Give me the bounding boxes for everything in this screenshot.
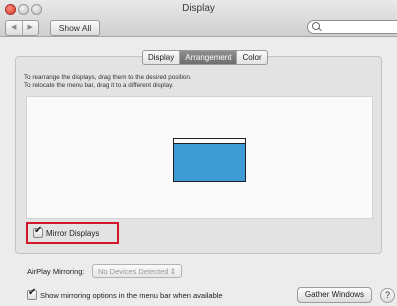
instruction-text-menubar: To relocate the menu bar, drag it to a d…: [24, 82, 174, 89]
back-forward-control: ◀ ▶: [5, 20, 39, 36]
tab-display[interactable]: Display: [143, 51, 181, 64]
window-title: Display: [182, 3, 215, 14]
menu-bar-handle[interactable]: [174, 139, 245, 144]
preference-tabs: Display Arrangement Color: [142, 50, 268, 65]
mirror-displays-option[interactable]: Mirror Displays: [33, 225, 100, 238]
toolbar: Display ◀ ▶ Show All: [0, 0, 397, 37]
search-icon: [312, 22, 320, 30]
airplay-selected-value: No Devices Detected: [98, 267, 169, 276]
help-button[interactable]: ?: [380, 288, 395, 303]
tab-arrangement[interactable]: Arrangement: [180, 51, 238, 64]
airplay-mirroring-label: AirPlay Mirroring:: [27, 267, 85, 276]
show-mirroring-label: Show mirroring options in the menu bar w…: [40, 290, 223, 300]
mirror-displays-label: Mirror Displays: [46, 228, 100, 238]
display-thumbnail[interactable]: [173, 138, 246, 182]
show-mirroring-option[interactable]: Show mirroring options in the menu bar w…: [27, 287, 223, 301]
airplay-mirroring-select[interactable]: No Devices Detected ⇕: [92, 264, 182, 278]
instruction-text-rearrange: To rearrange the displays, drag them to …: [24, 74, 192, 81]
chevron-updown-icon: ⇕: [169, 267, 176, 276]
back-icon[interactable]: ◀: [6, 21, 23, 35]
show-mirroring-checkbox[interactable]: [27, 287, 37, 301]
show-all-button[interactable]: Show All: [50, 20, 100, 36]
gather-windows-button[interactable]: Gather Windows: [297, 287, 372, 303]
mirror-displays-checkbox[interactable]: [33, 225, 43, 238]
display-preferences-window: Display ◀ ▶ Show All Display Arrangement…: [0, 0, 397, 306]
tab-color[interactable]: Color: [237, 51, 266, 64]
search-field[interactable]: [307, 20, 397, 34]
forward-icon[interactable]: ▶: [23, 21, 39, 35]
